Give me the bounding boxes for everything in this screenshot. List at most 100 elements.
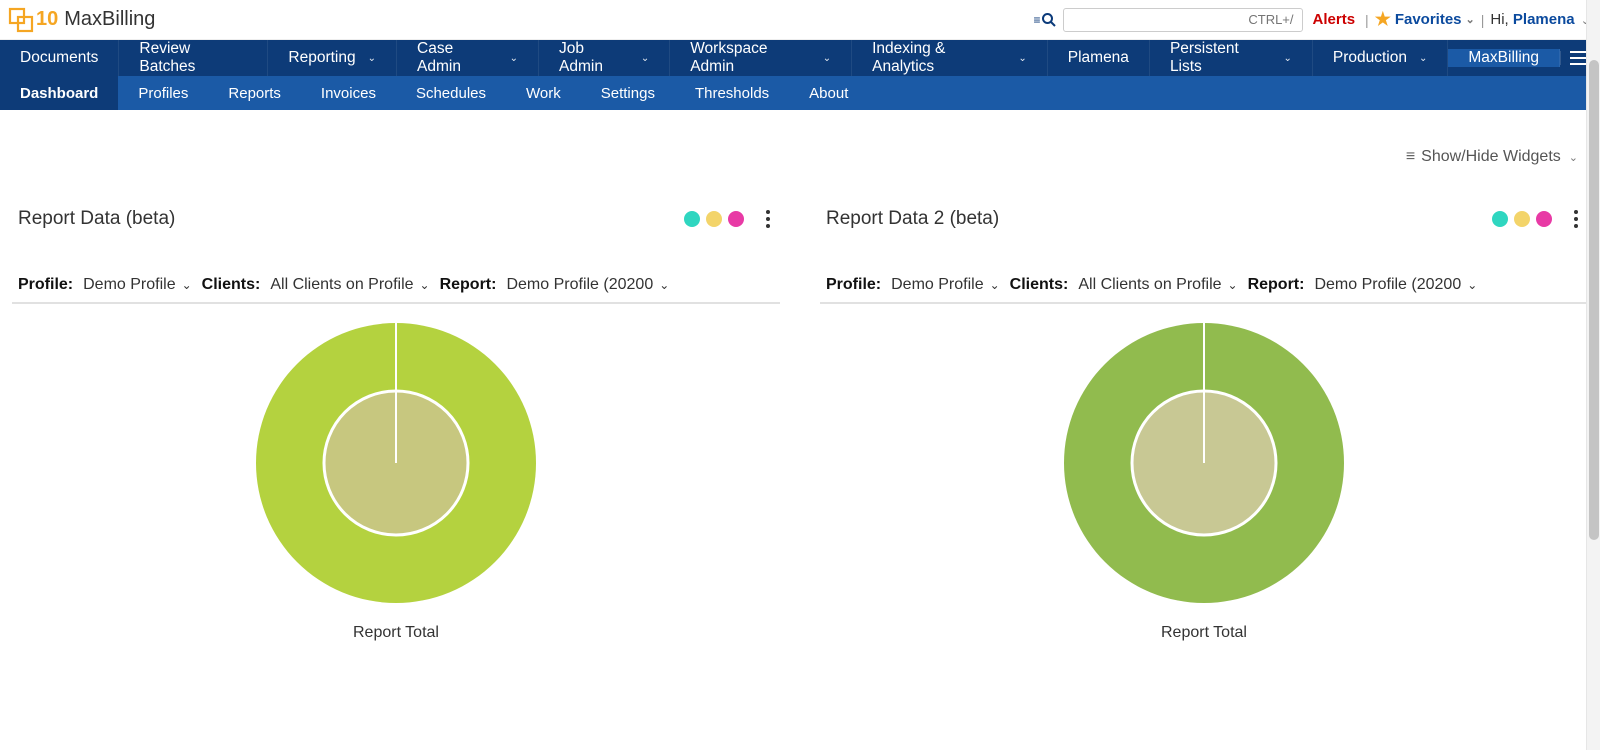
primary-nav-label: Production — [1333, 49, 1407, 67]
chevron-down-icon: ⌄ — [1466, 13, 1475, 26]
chevron-down-icon: ⌄ — [420, 278, 430, 292]
primary-nav-item[interactable]: Job Admin ⌄ — [539, 40, 670, 76]
star-icon: ★ — [1375, 9, 1391, 30]
widget-menu-button[interactable] — [1570, 206, 1582, 232]
widgets-row: Report Data (beta) Profile: Demo Profile ⌄ C… — [12, 166, 1588, 642]
filter-value: All Clients on Profile — [1078, 276, 1221, 294]
primary-nav-label: Documents — [20, 49, 98, 67]
primary-nav-item[interactable]: Plamena — [1048, 40, 1150, 76]
filter-select-report[interactable]: Demo Profile (20200 ⌄ — [1314, 276, 1477, 294]
status-dot-yellow[interactable] — [1514, 211, 1530, 227]
app-name: MaxBilling — [64, 8, 155, 31]
favorites-label: Favorites — [1395, 11, 1462, 28]
primary-nav-label: Case Admin — [417, 40, 498, 76]
chevron-down-icon: ⌄ — [990, 278, 1000, 292]
scrollbar-thumb[interactable] — [1589, 60, 1599, 540]
primary-nav-label: Workspace Admin — [690, 40, 811, 76]
chevron-down-icon: ⌄ — [641, 53, 649, 64]
primary-nav-label: Persistent Lists — [1170, 40, 1272, 76]
chevron-down-icon: ⌄ — [1018, 53, 1026, 64]
widget: Report Data 2 (beta)Profile:Demo Profile… — [820, 206, 1588, 642]
search-icon — [1041, 12, 1057, 28]
app-logo[interactable]: 10 MaxBilling — [8, 7, 155, 33]
scrollbar-track[interactable] — [1586, 0, 1600, 750]
status-dots[interactable] — [1492, 211, 1552, 227]
primary-nav-item[interactable]: Workspace Admin ⌄ — [670, 40, 852, 76]
separator: | — [1481, 12, 1485, 28]
filter-value: Demo Profile — [891, 276, 983, 294]
secondary-nav-item[interactable]: Profiles — [118, 76, 208, 110]
widget-toggle-label: Show/Hide Widgets — [1421, 148, 1561, 166]
chevron-down-icon: ⌄ — [1467, 278, 1477, 292]
status-dots[interactable] — [684, 211, 744, 227]
status-dot-pink[interactable] — [1536, 211, 1552, 227]
secondary-nav-item[interactable]: Thresholds — [675, 76, 789, 110]
widget-title: Report Data 2 (beta) — [826, 208, 999, 230]
secondary-nav-item[interactable]: Reports — [208, 76, 301, 110]
chevron-down-icon: ⌄ — [368, 53, 376, 64]
chevron-down-icon: ⌄ — [1569, 151, 1578, 164]
filter-select-clients[interactable]: All Clients on Profile ⌄ — [270, 276, 429, 294]
filter-value: All Clients on Profile — [270, 276, 413, 294]
chevron-down-icon: ⌄ — [1283, 53, 1291, 64]
primary-nav-label: MaxBilling — [1468, 49, 1539, 67]
primary-nav-label: Reporting — [288, 49, 355, 67]
primary-nav-item[interactable]: Review Batches — [119, 40, 268, 76]
filter-label-clients: Clients: — [202, 276, 261, 294]
search-list-icon[interactable]: ≡ — [1034, 12, 1057, 28]
status-dot-pink[interactable] — [728, 211, 744, 227]
chevron-down-icon: ⌄ — [823, 53, 831, 64]
chevron-down-icon: ⌄ — [1228, 278, 1238, 292]
show-hide-widgets-button[interactable]: ≡ Show/Hide Widgets ⌄ — [1406, 148, 1578, 166]
chart-caption: Report Total — [251, 624, 541, 642]
widget-title: Report Data (beta) — [18, 208, 175, 230]
primary-nav-label: Plamena — [1068, 49, 1129, 67]
user-greeting[interactable]: Hi, Plamena ⌄ — [1490, 11, 1590, 28]
chart-caption: Report Total — [1059, 624, 1349, 642]
secondary-nav: DashboardProfilesReportsInvoicesSchedule… — [0, 76, 1600, 110]
filters-row: Profile: Demo Profile ⌄ Clients: All Clients… — [12, 240, 780, 304]
user-name: Plamena — [1513, 11, 1575, 28]
secondary-nav-item[interactable]: Dashboard — [0, 76, 118, 110]
secondary-nav-item[interactable]: Settings — [581, 76, 675, 110]
widget-header: Report Data 2 (beta) — [820, 206, 1588, 240]
primary-nav-item[interactable]: Case Admin⌄ — [397, 40, 539, 76]
alerts-link[interactable]: Alerts — [1313, 11, 1356, 28]
status-dot-teal[interactable] — [1492, 211, 1508, 227]
primary-nav-label: Review Batches — [139, 40, 247, 76]
filter-select-clients[interactable]: All Clients on Profile ⌄ — [1078, 276, 1237, 294]
primary-nav-item[interactable]: Indexing & Analytics⌄ — [852, 40, 1048, 76]
secondary-nav-item[interactable]: Invoices — [301, 76, 396, 110]
chevron-down-icon: ⌄ — [659, 278, 669, 292]
greeting-prefix: Hi, — [1490, 11, 1508, 28]
filters-row: Profile:Demo Profile⌄Clients:All Clients… — [820, 240, 1588, 304]
primary-nav-item[interactable]: Documents — [0, 40, 119, 76]
widget: Report Data (beta) Profile: Demo Profile ⌄ C… — [12, 206, 780, 642]
filter-value: Demo Profile — [83, 276, 175, 294]
filter-value: Demo Profile (20200 — [506, 276, 653, 294]
filter-select-profile[interactable]: Demo Profile ⌄ — [83, 276, 192, 294]
top-header: 10 MaxBilling ≡ Alerts | ★ Favorites ⌄ |… — [0, 0, 1600, 40]
widget-menu-button[interactable] — [762, 206, 774, 232]
global-search-input[interactable] — [1063, 8, 1303, 32]
secondary-nav-item[interactable]: Schedules — [396, 76, 506, 110]
filter-label-report: Report: — [1248, 276, 1305, 294]
secondary-nav-item[interactable]: Work — [506, 76, 581, 110]
filter-select-report[interactable]: Demo Profile (20200 ⌄ — [506, 276, 669, 294]
primary-nav-item[interactable]: Persistent Lists ⌄ — [1150, 40, 1313, 76]
favorites-menu[interactable]: ★ Favorites ⌄ — [1375, 9, 1475, 30]
primary-nav-item[interactable]: Production⌄ — [1313, 40, 1449, 76]
status-dot-teal[interactable] — [684, 211, 700, 227]
secondary-nav-item[interactable]: About — [789, 76, 868, 110]
primary-nav-item[interactable]: Reporting ⌄ — [268, 40, 397, 76]
filter-label-report: Report: — [440, 276, 497, 294]
filter-select-profile[interactable]: Demo Profile ⌄ — [891, 276, 1000, 294]
status-dot-yellow[interactable] — [706, 211, 722, 227]
primary-nav: Documents Review Batches Reporting ⌄ Case Ad… — [0, 40, 1600, 76]
separator: | — [1365, 12, 1369, 28]
chevron-down-icon: ⌄ — [182, 278, 192, 292]
filter-label-profile: Profile: — [18, 276, 73, 294]
primary-nav-label: Job Admin — [559, 40, 629, 76]
filter-value: Demo Profile (20200 — [1314, 276, 1461, 294]
primary-nav-maxbilling[interactable]: MaxBilling — [1448, 49, 1560, 67]
